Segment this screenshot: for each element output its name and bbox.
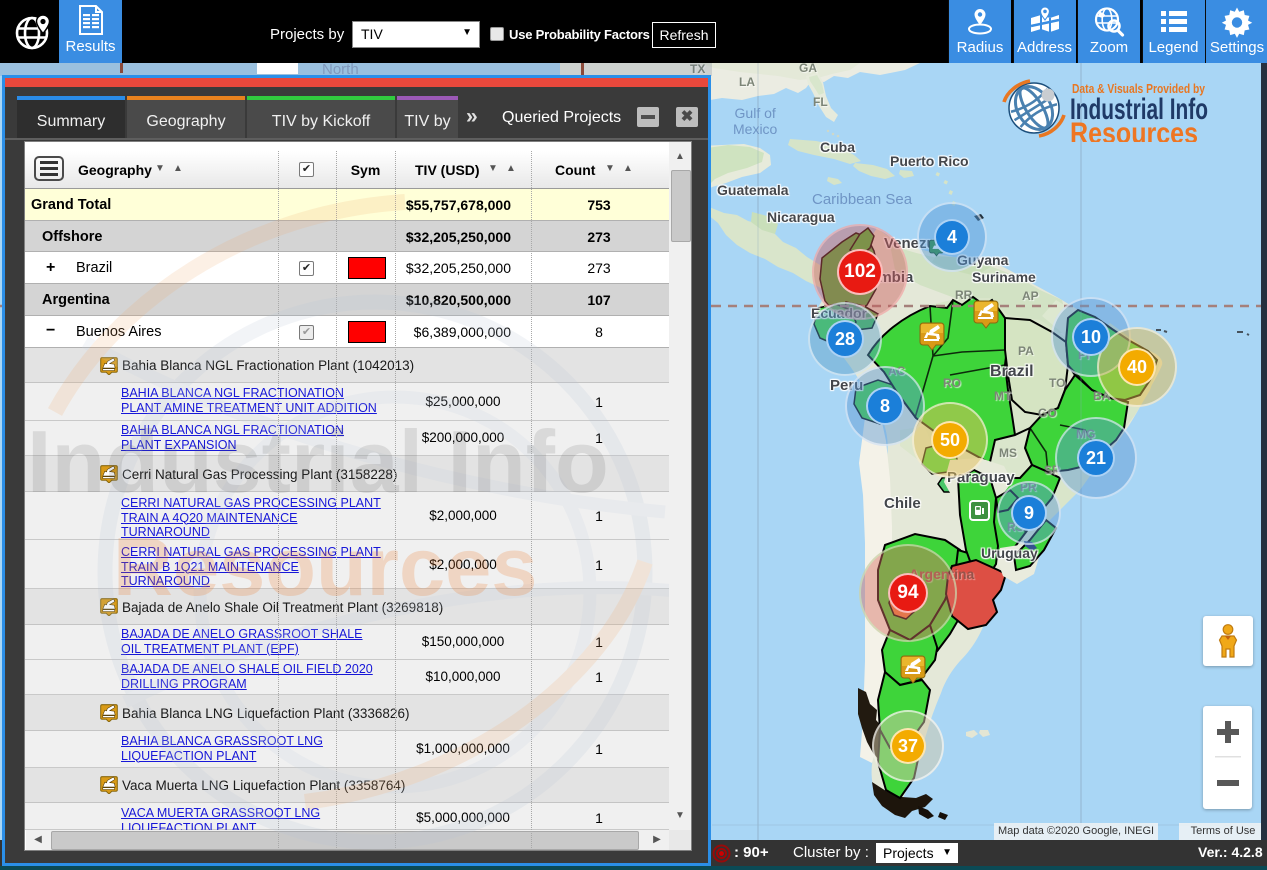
- svg-text:Resources: Resources: [1070, 117, 1198, 142]
